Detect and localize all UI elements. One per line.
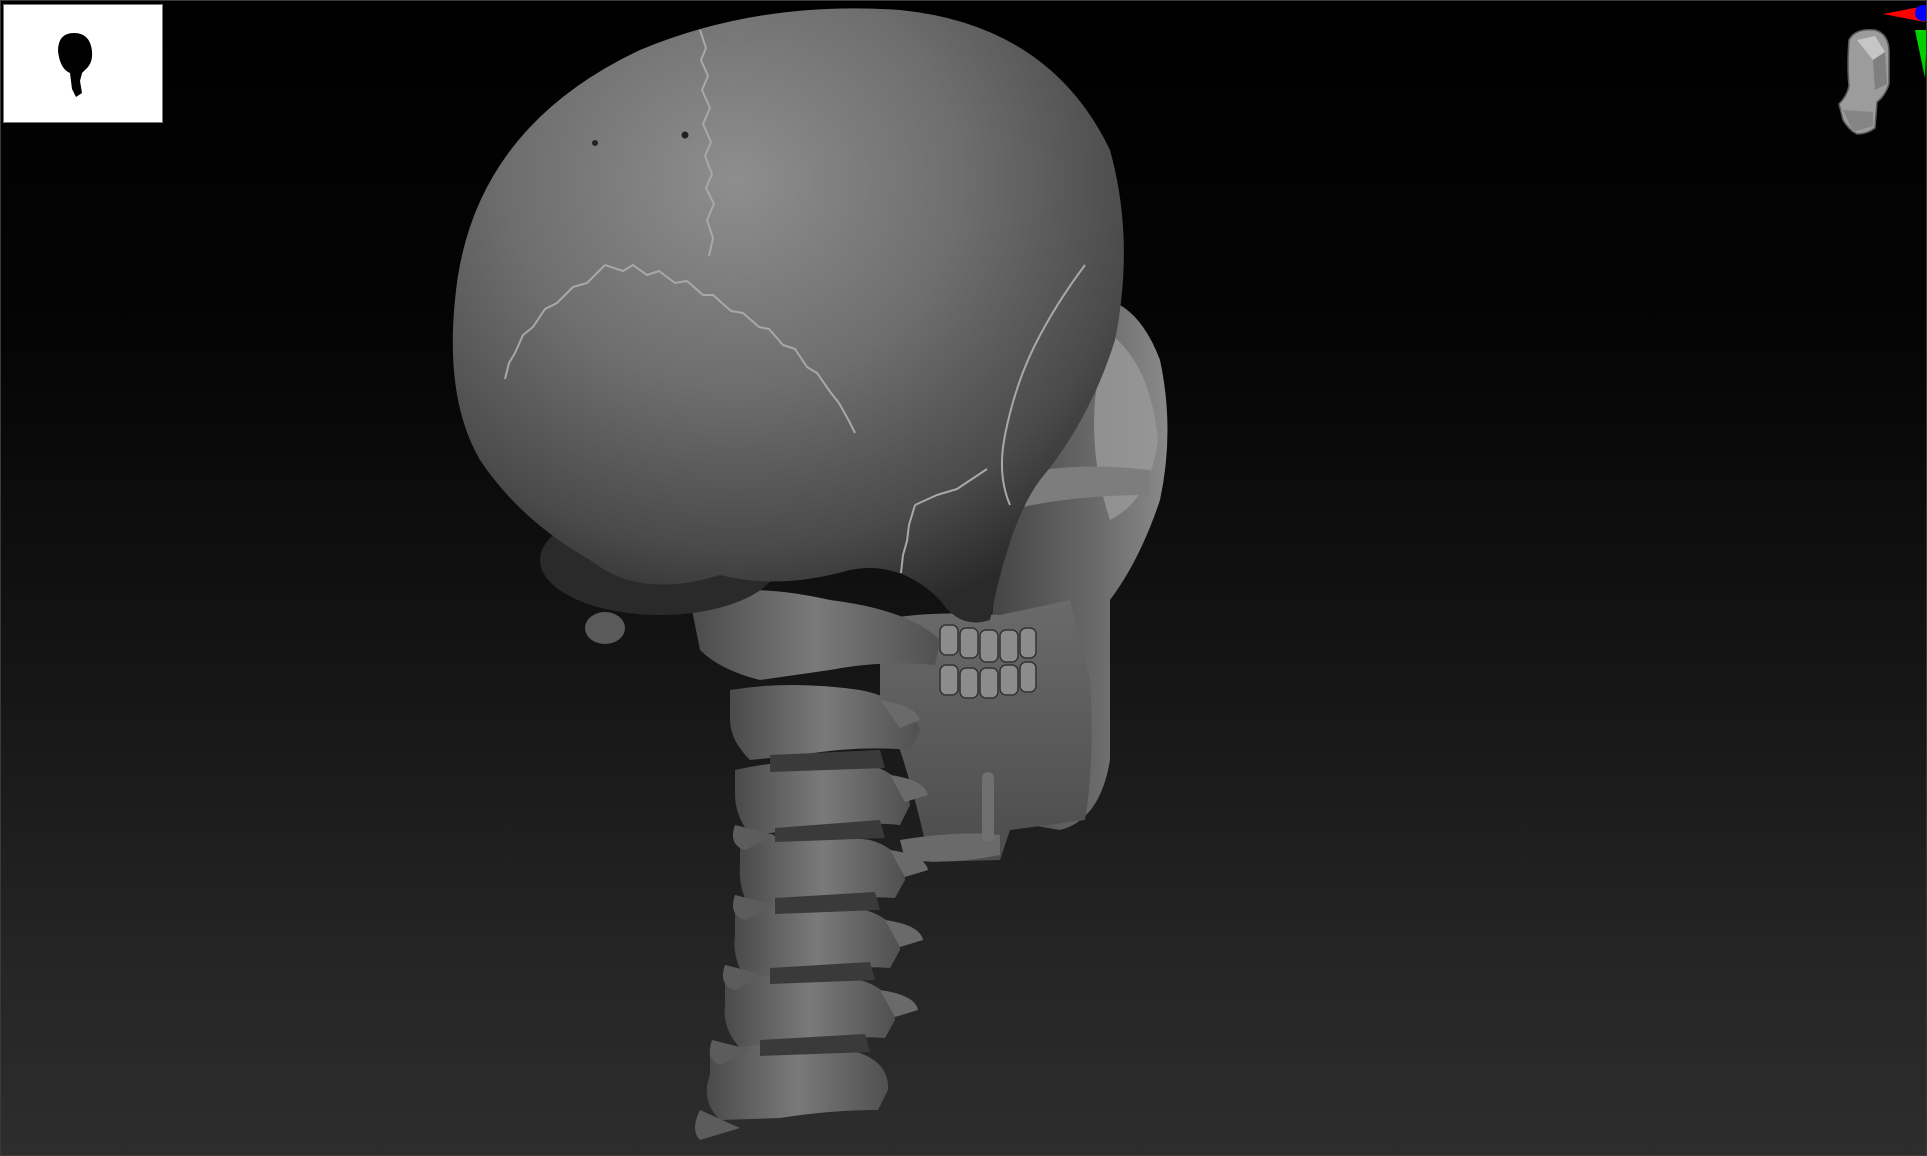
styloid-process [982, 772, 994, 842]
orientation-head-icon [1838, 28, 1890, 135]
skull-silhouette-icon [58, 33, 93, 97]
mastoid-process [585, 612, 625, 644]
skull-model[interactable] [0, 0, 1927, 1156]
parietal-foramen [681, 131, 689, 139]
parietal-foramen [592, 140, 598, 146]
orientation-gizmo[interactable] [1777, 0, 1927, 170]
navigator-thumbnail[interactable] [3, 4, 163, 123]
3d-viewport[interactable] [0, 0, 1927, 1156]
y-axis-arrow [1915, 30, 1927, 78]
